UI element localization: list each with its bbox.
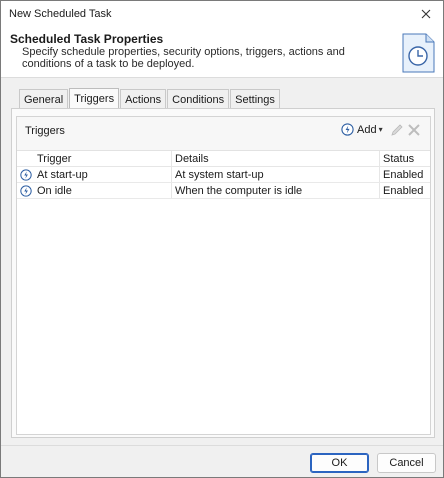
tab-actions[interactable]: Actions [120, 89, 167, 109]
trigger-cell: At start-up [17, 167, 172, 182]
table-row[interactable]: At start-up At system start-up Enabled [17, 167, 430, 183]
tab-label: Triggers [74, 93, 115, 105]
details-cell: When the computer is idle [172, 183, 380, 198]
triggers-toolbar: Triggers Add ▾ [17, 117, 430, 151]
triggers-group: Triggers Add ▾ Trigger Details Status At… [16, 116, 431, 435]
close-icon [421, 9, 431, 19]
trigger-name: At start-up [37, 168, 88, 181]
tab-label: General [24, 93, 64, 106]
dialog-footer: OK Cancel [1, 445, 443, 477]
tab-triggers[interactable]: Triggers [69, 88, 120, 109]
tab-label: Settings [235, 93, 275, 106]
table-header: Trigger Details Status [17, 151, 430, 167]
triggers-table: Trigger Details Status At start-up At sy… [17, 151, 430, 199]
chevron-down-icon: ▾ [378, 125, 383, 134]
title-bar: New Scheduled Task [1, 1, 443, 27]
trigger-cell: On idle [17, 183, 172, 198]
tab-strip: General Triggers Actions Conditions Sett… [19, 88, 281, 109]
tab-conditions[interactable]: Conditions [167, 89, 230, 109]
ok-button[interactable]: OK [310, 453, 369, 473]
status-cell: Enabled [383, 169, 424, 181]
trigger-name: On idle [37, 184, 72, 197]
tab-label: Conditions [172, 93, 225, 106]
tab-general[interactable]: General [19, 89, 69, 109]
triggers-title: Triggers [25, 125, 65, 137]
status-cell: Enabled [383, 185, 424, 197]
table-row[interactable]: On idle When the computer is idle Enable… [17, 183, 430, 199]
tab-settings[interactable]: Settings [230, 89, 280, 109]
column-header-trigger[interactable]: Trigger [17, 151, 172, 166]
dialog-window: New Scheduled Task Scheduled Task Proper… [0, 0, 444, 478]
edit-icon[interactable] [390, 123, 404, 137]
details-cell: At system start-up [172, 167, 380, 182]
delete-icon[interactable] [407, 123, 421, 137]
trigger-icon [20, 168, 32, 181]
tab-panel: Triggers Add ▾ Trigger Details Status At… [11, 108, 435, 438]
column-header-details[interactable]: Details [172, 151, 380, 166]
add-trigger-button[interactable]: Add ▾ [341, 123, 383, 136]
window-title: New Scheduled Task [9, 8, 112, 20]
dialog-header: Scheduled Task Properties Specify schedu… [1, 27, 443, 78]
header-title: Scheduled Task Properties [10, 32, 164, 46]
tab-label: Actions [125, 93, 162, 106]
add-trigger-icon [341, 123, 354, 136]
header-subtitle: Specify schedule properties, security op… [22, 46, 345, 70]
cancel-button[interactable]: Cancel [377, 453, 436, 473]
clock-document-icon [402, 33, 435, 73]
add-button-label: Add [357, 123, 377, 136]
column-header-status[interactable]: Status [380, 151, 430, 166]
close-button[interactable] [409, 1, 443, 27]
trigger-icon [20, 184, 32, 197]
